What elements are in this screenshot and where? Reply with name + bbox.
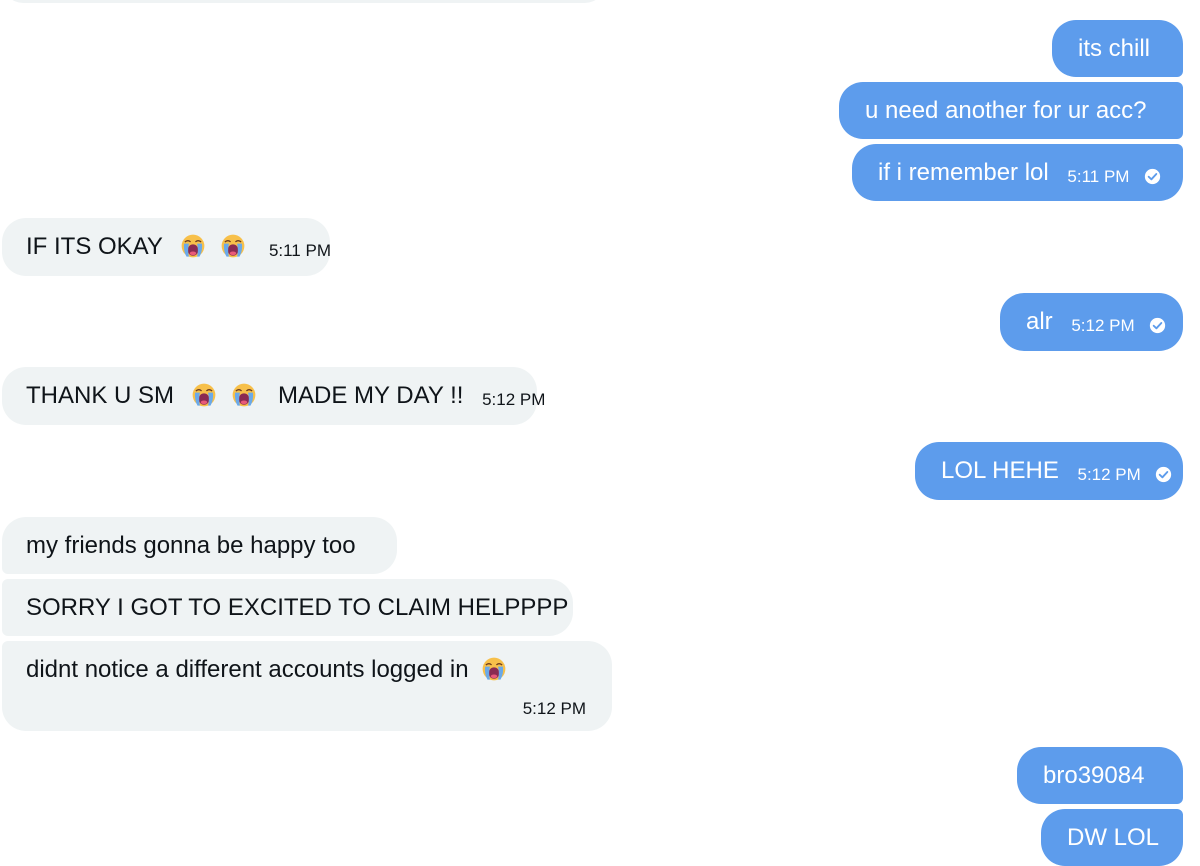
outgoing-message[interactable]: if i remember lol 5:11 PM [852, 144, 1183, 201]
outgoing-message[interactable]: its chill [1052, 20, 1183, 77]
message-text: LOL HEHE [941, 456, 1059, 484]
message-timestamp: 5:12 PM [1077, 464, 1141, 484]
sent-check-icon [1144, 168, 1161, 185]
message-text: alr [1026, 307, 1053, 335]
message-text-continued: MADE MY DAY !! [278, 381, 464, 409]
outgoing-message[interactable]: u need another for ur acc? [839, 82, 1183, 139]
message-text: my friends gonna be happy too [26, 531, 356, 559]
sent-check-icon [1155, 466, 1172, 483]
message-timestamp: 5:12 PM [522, 699, 586, 718]
crying-face-emoji-icon [191, 382, 217, 408]
outgoing-message[interactable]: bro39084 [1017, 747, 1183, 804]
crying-face-emoji-icon [481, 656, 507, 682]
incoming-message[interactable]: IF ITS OKAY 5:11 PM [2, 218, 331, 276]
message-timestamp: 5:11 PM [1067, 166, 1130, 186]
message-text: IF ITS OKAY [26, 232, 163, 260]
incoming-message[interactable]: my friends gonna be happy too [2, 517, 397, 574]
message-timestamp: 5:12 PM [482, 389, 546, 409]
outgoing-message[interactable]: DW LOL [1041, 809, 1183, 866]
crying-face-emoji-icon [180, 233, 206, 259]
message-text: SORRY I GOT TO EXCITED TO CLAIM HELPPPP [26, 593, 569, 621]
message-text: u need another for ur acc? [865, 96, 1147, 124]
message-timestamp: 5:12 PM [1071, 315, 1135, 335]
crying-face-emoji-icon [220, 233, 246, 259]
message-text: didnt notice a different accounts logged… [26, 655, 469, 683]
incoming-message[interactable]: THANK U SM MADE MY DAY !! 5:12 PM [2, 367, 545, 425]
outgoing-message[interactable]: LOL HEHE 5:12 PM [915, 442, 1183, 500]
partial-message-bubble [2, 0, 606, 3]
message-text: THANK U SM [26, 381, 175, 409]
message-text: its chill [1078, 34, 1151, 62]
message-timestamp: 5:11 PM [268, 240, 331, 260]
incoming-message[interactable]: SORRY I GOT TO EXCITED TO CLAIM HELPPPP [2, 579, 573, 636]
incoming-message[interactable]: didnt notice a different accounts logged… [2, 641, 612, 731]
message-text: if i remember lol [878, 158, 1049, 186]
message-text: bro39084 [1043, 761, 1145, 789]
sent-check-icon [1149, 317, 1166, 334]
outgoing-message[interactable]: alr 5:12 PM [1000, 293, 1183, 351]
message-text: DW LOL [1067, 823, 1160, 851]
crying-face-emoji-icon [231, 382, 257, 408]
